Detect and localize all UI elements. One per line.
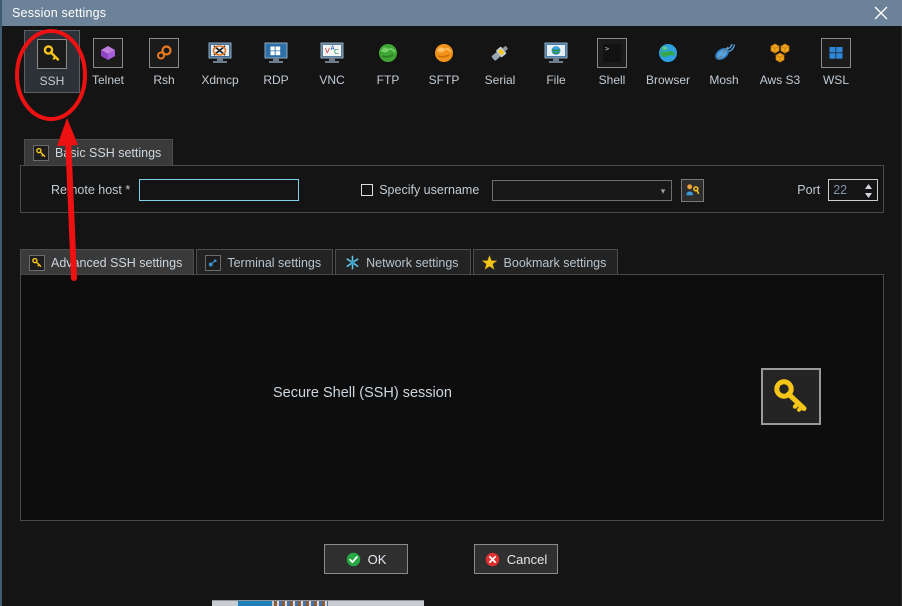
yellow-star-icon [482,255,498,271]
spinner-arrows-icon [865,184,873,198]
tab-advanced-ssh-settings[interactable]: Advanced SSH settings [20,249,195,275]
orange-gears-icon [149,38,179,68]
session-type-label: Serial [484,73,516,87]
orange-globe-icon [429,38,459,68]
svg-text:>: > [605,45,609,53]
port-label: Port [797,183,821,197]
purple-cube-icon [93,38,123,68]
session-type-label: SFTP [428,73,460,87]
close-button[interactable] [858,0,902,26]
chevron-down-icon: ▾ [660,185,666,196]
satellite-dish-icon [709,38,739,68]
tab-network-settings[interactable]: Network settings [335,249,471,275]
ok-label: OK [367,551,387,567]
blue-globe-icon [653,38,683,68]
session-type-label: WSL [822,73,849,87]
console-prompt-icon: > [597,38,627,68]
session-type-serial[interactable]: Serial [472,30,528,91]
tab-label: Terminal settings [227,255,322,270]
session-type-label: Rsh [153,73,175,87]
key-icon [37,39,67,69]
session-type-browser[interactable]: Browser [640,30,696,91]
specify-username-label: Specify username [379,183,480,197]
session-type-label: Aws S3 [759,73,801,87]
close-icon [874,6,888,20]
large-key-icon-box [761,368,821,425]
username-key-button[interactable] [681,178,705,202]
port-stepper[interactable]: 22 [828,179,879,201]
window-title: Session settings [12,6,107,20]
session-type-ftp[interactable]: FTP [360,30,416,91]
session-type-wsl[interactable]: WSL [808,30,864,91]
tab-bookmark-settings[interactable]: Bookmark settings [472,249,619,275]
session-type-ssh[interactable]: SSH [24,30,80,93]
session-type-label: RDP [263,73,289,87]
user-key-icon [686,183,700,195]
tab-label: Advanced SSH settings [51,255,183,270]
advanced-settings-tabstrip: Advanced SSH settings Terminal settings [20,249,620,275]
background-taskbar-sliver [212,600,424,606]
large-key-icon [774,378,807,412]
green-check-icon [346,552,360,566]
session-type-label: VNC [319,73,345,87]
session-type-sftp[interactable]: SFTP [416,30,472,91]
remote-host-label: Remote host * [51,183,131,197]
session-type-file[interactable]: File [528,30,584,91]
serial-plug-icon [485,38,515,68]
monitor-x-icon [205,38,235,68]
session-type-mosh[interactable]: Mosh [696,30,752,91]
session-type-vnc[interactable]: V A C VNC [304,30,360,91]
session-type-toolbar: SSH Telnet Rsh Xdmcp RDP V A C VNC FTP S… [2,30,902,108]
title-bar: Session settings [2,0,902,26]
username-dropdown[interactable]: ▾ [492,179,673,201]
taskbar-icons [274,601,328,606]
port-spinner-arrows[interactable] [864,182,873,200]
svg-text:V: V [325,47,330,55]
tab-terminal-settings[interactable]: Terminal settings [196,249,334,275]
terminal-icon [205,254,222,271]
monitor-windows-icon [261,38,291,68]
key-icon [33,144,49,161]
svg-text:C: C [334,48,339,56]
session-type-label: Mosh [709,73,739,87]
session-type-label: Browser [645,73,690,87]
monitor-vnc-icon: V A C [317,38,347,68]
monitor-globe-icon [541,38,571,68]
taskbar-highlight [238,601,272,606]
session-type-label: File [546,73,566,87]
windows-logo-icon [821,38,851,68]
session-description-panel: Secure Shell (SSH) session [20,274,884,521]
green-globe-icon [373,38,403,68]
port-value: 22 [833,183,848,197]
red-cross-icon [485,552,500,566]
session-type-label: Shell [598,73,626,87]
cancel-label: Cancel [506,551,548,567]
cancel-button[interactable]: Cancel [474,544,558,574]
specify-username-checkbox[interactable] [361,184,374,196]
session-type-label: Telnet [91,73,125,87]
basic-ssh-settings-panel: Remote host * Specify username ▾ Port 22 [20,165,884,213]
session-type-rdp[interactable]: RDP [248,30,304,91]
network-star-icon [344,255,360,271]
remote-host-input[interactable] [139,179,300,201]
session-type-rsh[interactable]: Rsh [136,30,192,91]
session-type-shell[interactable]: > Shell [584,30,640,91]
basic-settings-tabstrip: Basic SSH settings [24,139,175,165]
tab-basic-ssh-settings[interactable]: Basic SSH settings [24,139,174,165]
session-description-text: Secure Shell (SSH) session [273,385,452,401]
orange-cubes-icon [765,38,795,68]
session-type-telnet[interactable]: Telnet [80,30,136,91]
ok-button[interactable]: OK [324,544,408,574]
session-settings-dialog: Session settings SSH Telnet Rsh Xdmcp RD… [0,0,902,606]
key-icon [29,254,45,271]
session-type-label: Xdmcp [201,73,239,87]
session-type-label: SSH [39,74,65,88]
session-type-xdmcp[interactable]: Xdmcp [192,30,248,91]
session-type-aws-s3[interactable]: Aws S3 [752,30,808,91]
session-type-label: FTP [376,73,400,87]
tab-label: Basic SSH settings [55,145,162,160]
tab-label: Network settings [366,255,459,270]
tab-label: Bookmark settings [503,255,607,270]
